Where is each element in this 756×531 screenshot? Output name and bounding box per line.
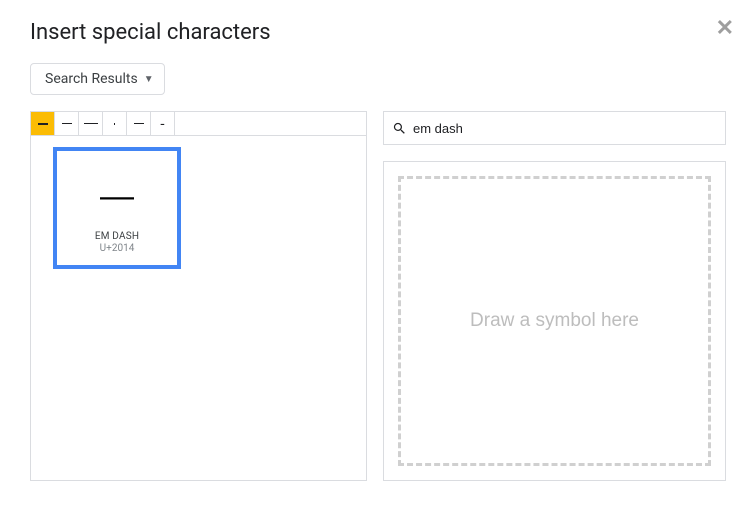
hyphen-icon: - xyxy=(160,115,164,133)
category-dropdown[interactable]: Search Results ▼ xyxy=(30,63,165,95)
insert-special-characters-dialog: ✕ Insert special characters Search Resul… xyxy=(0,0,756,501)
draw-placeholder: Draw a symbol here xyxy=(470,310,639,332)
close-button[interactable]: ✕ xyxy=(716,18,734,40)
emdash-icon xyxy=(38,123,48,125)
preview-code: U+2014 xyxy=(100,243,135,254)
results-panel: - — EM DASH U+2014 xyxy=(30,111,367,481)
char-tab-1[interactable] xyxy=(55,112,79,135)
search-box xyxy=(383,111,726,145)
panels: - — EM DASH U+2014 Draw a symbol here xyxy=(30,111,726,481)
char-tab-5[interactable]: - xyxy=(151,112,175,135)
close-icon: ✕ xyxy=(716,16,734,41)
dialog-title: Insert special characters xyxy=(30,20,726,45)
char-tab-4[interactable] xyxy=(127,112,151,135)
dash-icon xyxy=(62,123,72,124)
char-tab-3[interactable] xyxy=(103,112,127,135)
draw-area-container: Draw a symbol here xyxy=(383,161,726,481)
search-panel: Draw a symbol here xyxy=(383,111,726,481)
search-input[interactable] xyxy=(413,121,717,136)
character-preview[interactable]: — EM DASH U+2014 xyxy=(53,147,181,269)
char-tab-2[interactable] xyxy=(79,112,103,135)
preview-name: EM DASH xyxy=(95,231,139,242)
chevron-down-icon: ▼ xyxy=(144,74,154,85)
dash-icon xyxy=(134,123,144,124)
draw-canvas[interactable]: Draw a symbol here xyxy=(398,176,711,466)
char-tab-0[interactable] xyxy=(31,112,55,135)
dash-icon xyxy=(114,123,115,125)
dash-icon xyxy=(84,123,98,124)
character-tabs: - xyxy=(31,112,366,136)
preview-glyph: — xyxy=(100,179,134,213)
search-icon xyxy=(392,121,407,136)
dropdown-label: Search Results xyxy=(45,71,138,87)
